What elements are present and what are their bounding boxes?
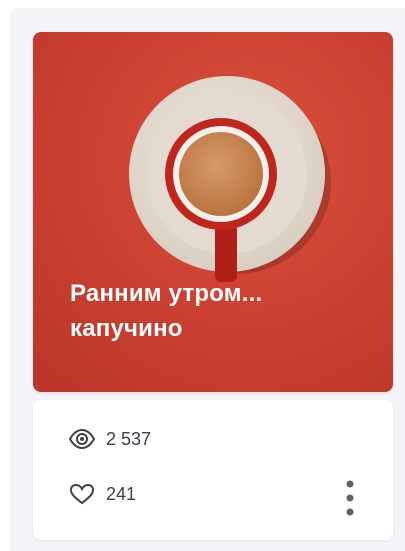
card-title-line-2: капучино xyxy=(70,315,183,342)
card-title[interactable]: Ранним утром... капучино xyxy=(70,276,360,346)
stats-panel: 2 537 241 xyxy=(33,400,393,540)
post-card[interactable]: Ранним утром... капучино xyxy=(33,32,393,392)
coffee-cup-icon xyxy=(129,76,331,282)
eye-icon xyxy=(68,428,96,450)
card-title-line-1: Ранним утром... xyxy=(70,280,263,307)
vertical-dots-icon[interactable] xyxy=(339,478,361,518)
likes-count: 241 xyxy=(106,483,137,504)
likes-stat[interactable]: 241 xyxy=(68,482,136,506)
views-stat: 2 537 xyxy=(68,427,151,451)
heart-icon[interactable] xyxy=(68,482,96,506)
views-count: 2 537 xyxy=(106,428,152,449)
